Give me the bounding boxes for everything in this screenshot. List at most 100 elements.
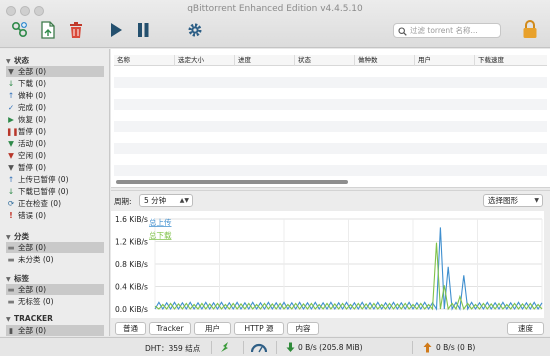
file-add-icon <box>41 21 55 39</box>
folder-icon: ▬ <box>7 285 15 294</box>
legend-entry: 总下载 <box>149 230 172 240</box>
sidebar-item-paused[interactable]: ❚❚暂停 (0) <box>6 126 104 137</box>
window-title: qBittorrent Enhanced Edition v4.4.5.10 <box>187 4 363 14</box>
column-header-seeds[interactable]: 做种数 <box>355 55 415 66</box>
sidebar-item-label: 做种 (0) <box>18 91 47 100</box>
tab-general[interactable]: 普通 <box>115 322 146 335</box>
sidebar-item-resumed[interactable]: ▶ 恢复 (0) <box>6 114 104 125</box>
folder-icon: ▬ <box>7 243 15 252</box>
table-horizontal-scrollbar[interactable] <box>116 180 348 184</box>
tab-trackers[interactable]: Tracker <box>149 322 191 335</box>
sidebar-item-tag-all[interactable]: ▬ 全部 (0) <box>6 284 104 295</box>
lock-button[interactable] <box>520 19 540 39</box>
tags-section-header[interactable]: ▼ 标签 <box>6 273 29 284</box>
delete-torrent-button[interactable] <box>66 20 86 40</box>
speed-limit-icon[interactable] <box>251 342 267 353</box>
resume-button[interactable] <box>106 20 126 40</box>
connection-status-icon[interactable] <box>220 342 232 353</box>
sidebar-item-label: 恢复 (0) <box>18 115 47 124</box>
link-add-icon <box>11 21 28 38</box>
period-label: 周期: <box>114 197 132 206</box>
add-torrent-link-button[interactable] <box>10 20 30 40</box>
table-row <box>114 77 547 88</box>
search-icon <box>398 27 407 36</box>
sidebar-item-label: 上传已暂停 (0) <box>18 175 69 184</box>
status-header-label: 状态 <box>14 56 29 65</box>
sidebar-item-label: 下载已暂停 (0) <box>18 187 69 196</box>
column-header-progress[interactable]: 进度 <box>235 55 295 66</box>
sidebar-item-label: 完成 (0) <box>18 103 47 112</box>
sidebar-item-completed[interactable]: ✓ 完成 (0) <box>6 102 104 113</box>
sidebar-item-label: 活动 (0) <box>18 139 47 148</box>
upload-arrow-icon: ↑ <box>7 91 15 100</box>
sidebar-item-seeding[interactable]: ↑ 做种 (0) <box>6 90 104 101</box>
sidebar-item-category-all[interactable]: ▬ 全部 (0) <box>6 242 104 253</box>
sidebar-item-tracker-all[interactable]: ▮ 全部 (0) <box>6 325 104 336</box>
sidebar-item-label: 全部 (0) <box>18 243 47 252</box>
select-graph-label: 选择图形 <box>488 196 518 205</box>
main-panel: 名称 选定大小 进度 状态 做种数 用户 下载速度 周期: 5 分钟 ▲▼ 选择图… <box>111 49 550 336</box>
tab-peers[interactable]: 用户 <box>194 322 231 335</box>
play-icon <box>111 23 122 37</box>
sidebar-item-inactive[interactable]: ▼ 空闲 (0) <box>6 150 104 161</box>
sidebar-item-label: 无标签 (0) <box>18 297 54 306</box>
table-row <box>114 165 547 176</box>
pause-button[interactable] <box>133 20 153 40</box>
check-icon: ✓ <box>7 103 15 112</box>
tracker-icon: ▮ <box>8 326 14 335</box>
download-arrow-icon <box>286 342 295 352</box>
search-box <box>393 23 501 38</box>
window-titlebar: qBittorrent Enhanced Edition v4.4.5.10 <box>0 0 550 48</box>
sidebar-item-stalled[interactable]: ▼ 暂停 (0) <box>6 162 104 173</box>
lock-icon <box>523 19 537 38</box>
column-header-name[interactable]: 名称 <box>114 55 175 66</box>
tab-speed[interactable]: 速度 <box>507 322 544 335</box>
sidebar-item-status-all[interactable]: ▼ 全部 (0) <box>6 66 104 77</box>
sidebar-item-label: 全部 (0) <box>18 285 47 294</box>
tracker-section-header[interactable]: ▼ TRACKER <box>6 314 53 323</box>
select-graph-button[interactable]: 选择图形 ▼ <box>483 194 543 207</box>
category-header-label: 分类 <box>14 232 29 241</box>
sidebar-item-downloading[interactable]: ↓ 下载 (0) <box>6 78 104 89</box>
category-section-header[interactable]: ▼ 分类 <box>6 231 29 242</box>
sidebar-item-label: 全部 (0) <box>18 326 47 335</box>
sidebar-item-checking[interactable]: ⟳ 正在检查 (0) <box>6 198 104 209</box>
torrent-table-body[interactable] <box>114 66 547 180</box>
y-tick-label: 0.8 KiB/s <box>115 260 148 269</box>
sidebar-item-label: 暂停 (0) <box>18 127 47 136</box>
sidebar-item-stalled-uploading[interactable]: ↑ 上传已暂停 (0) <box>6 174 104 185</box>
options-button[interactable] <box>185 20 205 40</box>
download-speed-text[interactable]: 0 B/s (205.8 MiB) <box>298 343 363 352</box>
upload-speed-text[interactable]: 0 B/s (0 B) <box>436 343 475 352</box>
column-header-status[interactable]: 状态 <box>295 55 355 66</box>
filter-icon: ▼ <box>8 139 14 148</box>
sidebar: ▼ 状态 ▼ 全部 (0) ↓ 下载 (0) ↑ 做种 (0) ✓ 完成 (0) ▶ 恢复 … <box>0 49 110 336</box>
search-input[interactable] <box>410 25 498 36</box>
sidebar-item-label: 正在检查 (0) <box>18 199 62 208</box>
period-select[interactable]: 5 分钟 ▲▼ <box>139 194 193 207</box>
sidebar-item-label: 下载 (0) <box>18 79 47 88</box>
properties-tabbar: 普通 Tracker 用户 HTTP 源 内容 速度 <box>111 318 550 336</box>
sidebar-item-label: 空闲 (0) <box>18 151 47 160</box>
sidebar-item-untagged[interactable]: ▬ 无标签 (0) <box>6 296 104 307</box>
column-header-size[interactable]: 选定大小 <box>175 55 235 66</box>
sidebar-item-active[interactable]: ▼ 活动 (0) <box>6 138 104 149</box>
checking-icon: ⟳ <box>7 199 15 208</box>
column-header-download-speed[interactable]: 下载速度 <box>475 55 547 66</box>
sidebar-item-uncategorized[interactable]: ▬ 未分类 (0) <box>6 254 104 265</box>
column-header-peers[interactable]: 用户 <box>415 55 475 66</box>
tab-http-sources[interactable]: HTTP 源 <box>234 322 284 335</box>
table-row <box>114 121 547 132</box>
speed-chart: 0.0 KiB/s 0.4 KiB/s 0.8 KiB/s 1.2 KiB/s 1.6 … <box>111 211 544 318</box>
tab-content[interactable]: 内容 <box>287 322 319 335</box>
y-tick-label: 0.4 KiB/s <box>115 283 148 292</box>
filter-icon: ▼ <box>8 67 14 76</box>
add-torrent-file-button[interactable] <box>38 20 58 40</box>
sidebar-item-label: 错误 (0) <box>18 211 47 220</box>
sidebar-item-stalled-downloading[interactable]: ↓ 下载已暂停 (0) <box>6 186 104 197</box>
status-section-header[interactable]: ▼ 状态 <box>6 55 29 66</box>
pause-icon <box>138 23 149 37</box>
table-row <box>114 99 547 110</box>
sidebar-item-errored[interactable]: ! 错误 (0) <box>6 210 104 221</box>
folder-icon: ▬ <box>7 255 15 264</box>
